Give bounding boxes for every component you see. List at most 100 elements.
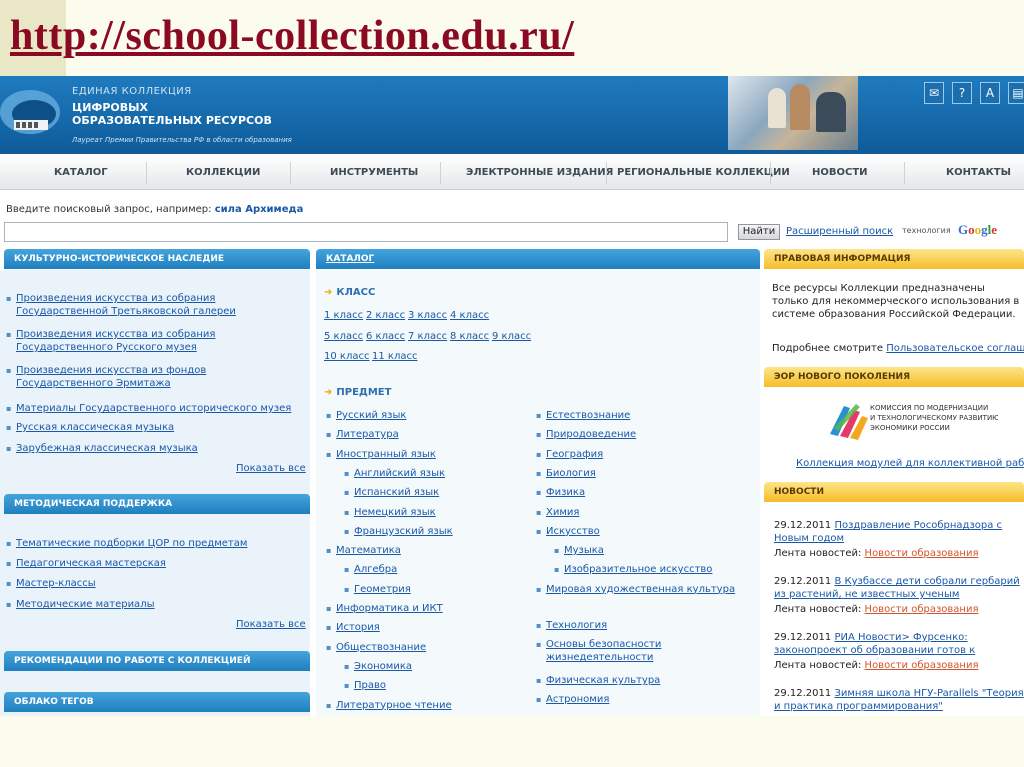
logo-title-line2: ОБРАЗОВАТЕЛЬНЫХ РЕСУРСОВ: [72, 114, 272, 127]
subject-link[interactable]: Алгебра: [344, 563, 524, 576]
tags-header[interactable]: ОБЛАКО ТЕГОВ: [4, 692, 310, 712]
method-link-workshop[interactable]: Педагогическая мастерская: [6, 557, 304, 570]
help-icon[interactable]: ?: [952, 82, 972, 104]
svg-text:И ТЕХНОЛОГИЧЕСКОМУ РАЗВИТИЮ: И ТЕХНОЛОГИЧЕСКОМУ РАЗВИТИЮ: [870, 414, 998, 422]
heritage-link-hermitage[interactable]: Произведения искусства из фондов Государ…: [6, 364, 304, 390]
search-hint-text: Введите поисковый запрос, например:: [6, 204, 212, 215]
svg-text:КОМИССИЯ ПО МОДЕРНИЗАЦИИ: КОМИССИЯ ПО МОДЕРНИЗАЦИИ: [870, 404, 988, 412]
commission-logo[interactable]: КОМИССИЯ ПО МОДЕРНИЗАЦИИ И ТЕХНОЛОГИЧЕСК…: [826, 398, 998, 442]
heritage-header[interactable]: КУЛЬТУРНО-ИСТОРИЧЕСКОЕ НАСЛЕДИЕ: [4, 249, 310, 269]
subject-link[interactable]: Информатика и ИКТ: [326, 602, 532, 615]
subject-link[interactable]: Искусство: [536, 525, 742, 538]
subject-link[interactable]: Испанский язык: [344, 486, 524, 499]
nav-collections[interactable]: КОЛЛЕКЦИИ: [186, 167, 260, 178]
news-date: 29.12.2011: [774, 688, 832, 699]
heritage-link-tretyakov[interactable]: Произведения искусства из собрания Госуд…: [6, 292, 304, 318]
slide-url-title[interactable]: http://school-collection.edu.ru/: [10, 12, 574, 60]
class-5-link[interactable]: 5 класс: [324, 330, 363, 343]
modules-collection-link[interactable]: Коллекция модулей для коллективной работ…: [796, 457, 1024, 470]
eor-header[interactable]: ЭОР НОВОГО ПОКОЛЕНИЯ: [764, 367, 1024, 387]
heritage-link-foreign-music[interactable]: Зарубежная классическая музыка: [6, 442, 304, 455]
subject-link[interactable]: Английский язык: [344, 467, 524, 480]
legal-more: Подробнее смотрите Пользовательское согл…: [772, 342, 1024, 355]
news-date: 29.12.2011: [774, 632, 832, 643]
method-link-materials[interactable]: Методические материалы: [6, 598, 304, 611]
recommend-header[interactable]: РЕКОМЕНДАЦИИ ПО РАБОТЕ С КОЛЛЕКЦИЕЙ: [4, 651, 310, 671]
logo-icon[interactable]: [0, 82, 68, 146]
method-link-thematic[interactable]: Тематические подборки ЦОР по предметам: [6, 537, 304, 550]
subject-link[interactable]: Музыка: [554, 544, 734, 557]
subject-link[interactable]: География: [536, 448, 742, 461]
subject-link[interactable]: Технология: [536, 619, 742, 632]
print-icon[interactable]: ▤: [1008, 82, 1024, 104]
news-header[interactable]: НОВОСТИ: [764, 482, 1024, 502]
nav-catalog[interactable]: КАТАЛОГ: [54, 167, 108, 178]
subject-link[interactable]: Обществознание: [326, 641, 532, 654]
subject-link[interactable]: Французский язык: [344, 525, 524, 538]
subject-link[interactable]: Физика: [536, 486, 742, 499]
class-2-link[interactable]: 2 класс: [366, 309, 405, 322]
search-input[interactable]: [4, 222, 728, 242]
logo-subtitle: Лауреат Премии Правительства РФ в област…: [72, 136, 292, 144]
subject-link[interactable]: Иностранный язык: [326, 448, 532, 461]
legal-header[interactable]: ПРАВОВАЯ ИНФОРМАЦИЯ: [764, 249, 1024, 269]
class-11-link[interactable]: 11 класс: [372, 350, 417, 363]
search-button[interactable]: Найти: [738, 224, 780, 240]
subject-link[interactable]: Право: [344, 679, 524, 692]
news-feed-link[interactable]: Новости образования: [865, 660, 979, 671]
site-header: ЕДИНАЯ КОЛЛЕКЦИЯ ЦИФРОВЫХ ОБРАЗОВАТЕЛЬНЫ…: [0, 76, 1024, 154]
font-size-icon[interactable]: A: [980, 82, 1000, 104]
method-show-all-link[interactable]: Показать все: [236, 618, 306, 631]
news-feed-link[interactable]: Новости образования: [865, 604, 979, 615]
catalog-header[interactable]: КАТАЛОГ: [316, 249, 760, 269]
subject-link[interactable]: Литература: [326, 428, 532, 441]
news-feed-link[interactable]: Новости образования: [865, 548, 979, 559]
nav-e-editions[interactable]: ЭЛЕКТРОННЫЕ ИЗДАНИЯ: [466, 167, 613, 178]
class-6-link[interactable]: 6 класс: [366, 330, 405, 343]
class-label: КЛАСС: [336, 287, 376, 298]
news-date: 29.12.2011: [774, 576, 832, 587]
nav-contacts[interactable]: КОНТАКТЫ: [946, 167, 1011, 178]
subject-link[interactable]: История: [326, 621, 532, 634]
subject-link[interactable]: Мировая художественная культура: [536, 583, 742, 596]
subject-link[interactable]: Астрономия: [536, 693, 742, 706]
advanced-search-link[interactable]: Расширенный поиск: [786, 226, 893, 237]
class-9-link[interactable]: 9 класс: [492, 330, 531, 343]
subject-link[interactable]: Экономика: [344, 660, 524, 673]
subject-link[interactable]: Геометрия: [344, 583, 524, 596]
method-link-masterclasses[interactable]: Мастер-классы: [6, 577, 304, 590]
class-4-link[interactable]: 4 класс: [450, 309, 489, 322]
heritage-link-russian-music[interactable]: Русская классическая музыка: [6, 421, 304, 434]
subject-link[interactable]: Немецкий язык: [344, 506, 524, 519]
subject-link[interactable]: Химия: [536, 506, 742, 519]
class-3-link[interactable]: 3 класс: [408, 309, 447, 322]
subject-link[interactable]: Математика: [326, 544, 532, 557]
class-1-link[interactable]: 1 класс: [324, 309, 363, 322]
subject-link[interactable]: Основы безопасности жизнедеятельности: [536, 638, 742, 664]
subject-link[interactable]: Литературное чтение: [326, 699, 532, 712]
nav-news[interactable]: НОВОСТИ: [812, 167, 868, 178]
nav-tools[interactable]: ИНСТРУМЕНТЫ: [330, 167, 418, 178]
news-date: 29.12.2011: [774, 520, 832, 531]
class-7-link[interactable]: 7 класс: [408, 330, 447, 343]
nav-regional[interactable]: РЕГИОНАЛЬНЫЕ КОЛЛЕКЦИИ: [617, 167, 790, 178]
subject-link[interactable]: Природоведение: [536, 428, 742, 441]
heritage-show-all-link[interactable]: Показать все: [236, 462, 306, 475]
method-header[interactable]: МЕТОДИЧЕСКАЯ ПОДДЕРЖКА: [4, 494, 310, 514]
subject-link[interactable]: Изобразительное искусство: [554, 563, 734, 576]
subject-link[interactable]: Русский язык: [326, 409, 532, 422]
search-hint: Введите поисковый запрос, например: сила…: [6, 204, 303, 215]
catalog-header-label: КАТАЛОГ: [326, 254, 375, 264]
subject-link[interactable]: Физическая культура: [536, 674, 742, 687]
mail-icon[interactable]: ✉: [924, 82, 944, 104]
search-example-link[interactable]: сила Архимеда: [215, 204, 304, 215]
heritage-link-history-museum[interactable]: Материалы Государственного исторического…: [6, 402, 304, 415]
svg-text:ЭКОНОМИКИ РОССИИ: ЭКОНОМИКИ РОССИИ: [870, 424, 950, 432]
class-10-link[interactable]: 10 класс: [324, 350, 369, 363]
heritage-link-russian-museum[interactable]: Произведения искусства из собрания Госуд…: [6, 328, 304, 354]
news-item: 29.12.2011 Зимняя школа НГУ-Parallels "Т…: [774, 687, 1024, 715]
subject-link[interactable]: Биология: [536, 467, 742, 480]
user-agreement-link[interactable]: Пользовательское соглашение: [886, 343, 1024, 354]
class-8-link[interactable]: 8 класс: [450, 330, 489, 343]
subject-link[interactable]: Естествознание: [536, 409, 742, 422]
